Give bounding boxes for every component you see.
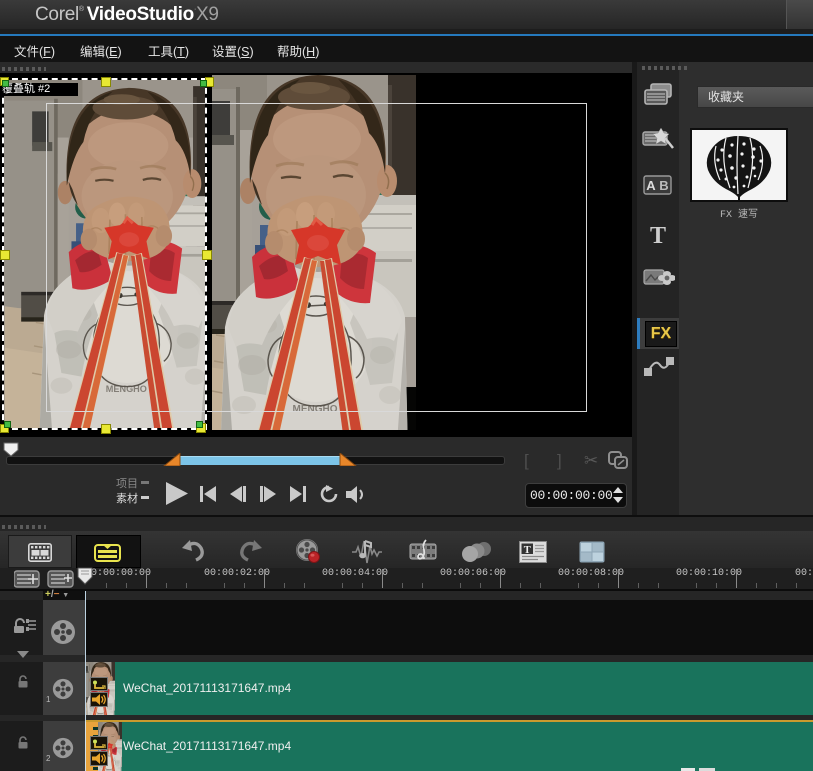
svg-text:A: A — [646, 178, 656, 193]
svg-text:B: B — [659, 178, 668, 193]
svg-text:T: T — [650, 223, 666, 249]
svg-text:T: T — [524, 545, 531, 556]
